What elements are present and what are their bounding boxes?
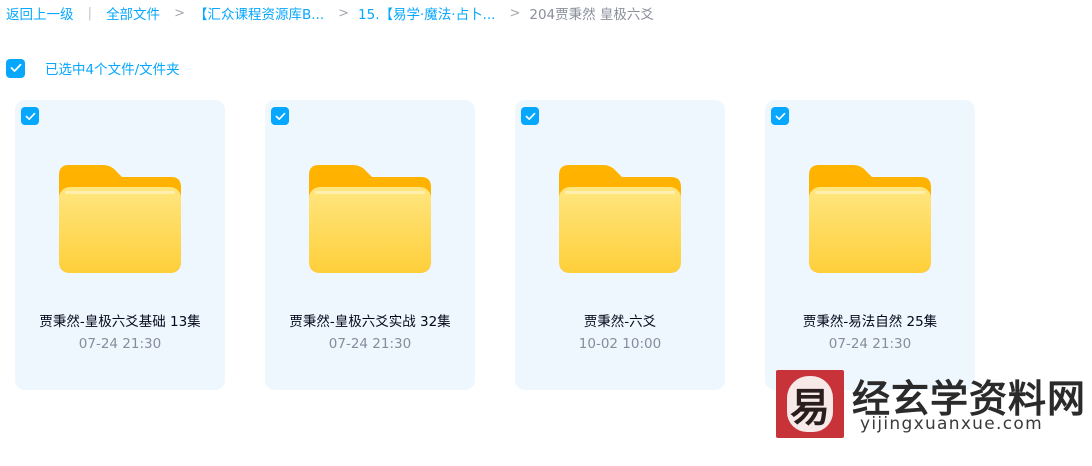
- folder-date: 07-24 21:30: [78, 336, 162, 352]
- folder-name[interactable]: 贾秉然-六爻: [515, 310, 725, 330]
- check-icon: [525, 112, 535, 120]
- folder-name[interactable]: 贾秉然-皇极六爻基础 13集: [15, 310, 225, 330]
- check-icon: [775, 112, 785, 120]
- separator-bar: |: [87, 5, 93, 21]
- watermark-logo-char: 易: [787, 376, 833, 432]
- folder-checkbox[interactable]: [21, 107, 39, 125]
- folder-date: 07-24 21:30: [328, 336, 412, 352]
- watermark-url: yijingxuanxue.com: [860, 414, 1043, 434]
- folder-icon: [809, 165, 931, 273]
- check-icon: [10, 63, 21, 72]
- breadcrumb-resource-lib[interactable]: 【汇众课程资源库B...: [194, 3, 324, 23]
- folder-icon: [59, 165, 181, 273]
- folder-checkbox[interactable]: [521, 107, 539, 125]
- chevron-right-icon: >: [338, 5, 350, 21]
- check-icon: [275, 112, 285, 120]
- breadcrumb-yixue[interactable]: 15.【易学·魔法·占卜...: [358, 3, 495, 23]
- chevron-right-icon: >: [174, 5, 185, 21]
- folder-card[interactable]: 贾秉然-易法自然 25集 07-24 21:30: [765, 100, 975, 390]
- folder-date: 07-24 21:30: [828, 336, 912, 352]
- select-all-row: 已选中4个文件/文件夹: [6, 58, 180, 78]
- folder-name[interactable]: 贾秉然-皇极六爻实战 32集: [265, 310, 475, 330]
- select-all-checkbox[interactable]: [6, 58, 25, 78]
- selection-count-text: 已选中4个文件/文件夹: [45, 62, 180, 78]
- check-icon: [25, 112, 35, 120]
- folder-card[interactable]: 贾秉然-六爻 10-02 10:00: [515, 100, 725, 390]
- watermark: 易 经玄学资料网 yijingxuanxue.com: [776, 368, 1085, 440]
- folder-checkbox[interactable]: [771, 107, 789, 125]
- back-link[interactable]: 返回上一级: [6, 3, 74, 23]
- chevron-right-icon: >: [509, 5, 521, 21]
- breadcrumb-current: 204贾秉然 皇极六爻: [529, 7, 654, 23]
- folder-checkbox[interactable]: [271, 107, 289, 125]
- folder-icon: [559, 165, 681, 273]
- folder-name[interactable]: 贾秉然-易法自然 25集: [765, 310, 975, 330]
- folder-date: 10-02 10:00: [578, 336, 662, 352]
- folder-card[interactable]: 贾秉然-皇极六爻基础 13集 07-24 21:30: [15, 100, 225, 390]
- folder-card[interactable]: 贾秉然-皇极六爻实战 32集 07-24 21:30: [265, 100, 475, 390]
- breadcrumb-all-files[interactable]: 全部文件: [106, 3, 160, 23]
- folder-icon: [309, 165, 431, 273]
- breadcrumb: 返回上一级 | 全部文件 > 【汇众课程资源库B... > 15.【易学·魔法·…: [6, 3, 654, 23]
- watermark-logo: 易: [776, 370, 844, 438]
